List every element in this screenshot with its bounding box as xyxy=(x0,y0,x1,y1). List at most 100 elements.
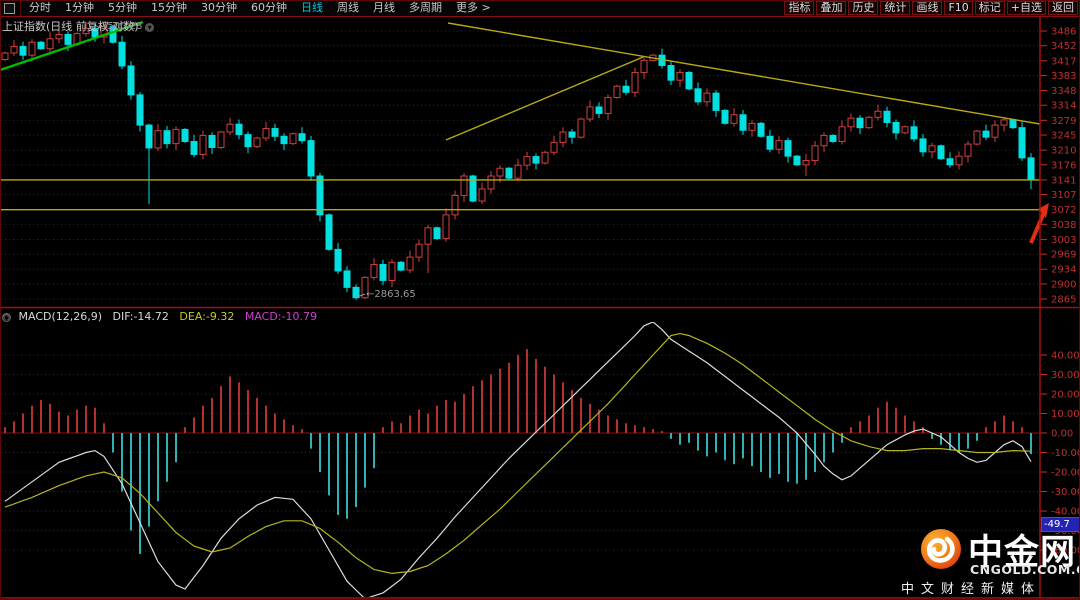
candle-body xyxy=(173,129,179,143)
macd-pane-surface[interactable] xyxy=(0,308,1040,599)
candle-body xyxy=(992,125,998,137)
candle-body xyxy=(164,131,170,144)
price-axis-label: 2865 xyxy=(1051,295,1076,306)
period-tab-30min[interactable]: 30分钟 xyxy=(201,0,237,16)
candle-body xyxy=(425,228,431,244)
window-icon[interactable] xyxy=(4,3,15,14)
candle-body xyxy=(794,156,800,165)
period-tab-more[interactable]: 更多 > xyxy=(456,0,491,16)
candle-body xyxy=(686,72,692,88)
macd-axis-label: 0.00 xyxy=(1051,429,1073,440)
candle-body xyxy=(245,135,251,147)
candle-body xyxy=(839,127,845,142)
candle-body xyxy=(902,127,908,133)
candle-body xyxy=(542,152,548,163)
collapse-icon[interactable]: ◉ xyxy=(2,313,11,322)
candle-body xyxy=(947,159,953,165)
cngold-watermark: 中金网 CNGOLD.COM.CN 中文财经新媒体 xyxy=(898,526,1080,596)
candle-body xyxy=(497,168,503,176)
candle-body xyxy=(911,127,917,139)
candle-body xyxy=(983,131,989,137)
candle-body xyxy=(515,165,521,178)
price-axis-label: 3210 xyxy=(1051,146,1076,157)
candle-body xyxy=(920,139,926,152)
add-watchlist-button[interactable]: +自选 xyxy=(1007,1,1046,15)
chart-canvas[interactable]: 3486345234173383334833143279324532103176… xyxy=(0,0,1080,600)
candle-body xyxy=(749,123,755,130)
candle-body xyxy=(155,131,161,148)
peak-price-label: 3500.28 xyxy=(101,21,142,32)
mark-button[interactable]: 标记 xyxy=(975,1,1005,15)
macd-dea-value: DEA:-9.32 xyxy=(179,310,234,323)
period-tab-weekly[interactable]: 周线 xyxy=(337,0,359,16)
price-axis-label: 3383 xyxy=(1051,71,1076,82)
candle-body xyxy=(371,264,377,277)
candle-body xyxy=(1028,158,1034,180)
candle-body xyxy=(875,111,881,117)
period-tab-daily[interactable]: 日线 xyxy=(301,0,323,16)
candle-body xyxy=(308,141,314,176)
macd-axis-label: -40.00 xyxy=(1051,507,1080,518)
candle-body xyxy=(803,160,809,164)
draw-line-button[interactable]: 画线 xyxy=(912,1,942,15)
candle-body xyxy=(929,146,935,152)
price-axis-label: 3279 xyxy=(1051,116,1076,127)
stats-button[interactable]: 统计 xyxy=(880,1,910,15)
period-tab-multi[interactable]: 多周期 xyxy=(409,0,442,16)
candle-body xyxy=(785,141,791,157)
candle-body xyxy=(884,111,890,122)
macd-axis-label: -10.00 xyxy=(1051,448,1080,459)
candle-body xyxy=(938,146,944,159)
indicator-button[interactable]: 指标 xyxy=(784,1,814,15)
candle-body xyxy=(182,129,188,141)
candle-body xyxy=(1001,120,1007,125)
candle-body xyxy=(857,118,863,127)
period-tab-fenshi[interactable]: 分时 xyxy=(29,0,51,16)
period-tab-monthly[interactable]: 月线 xyxy=(373,0,395,16)
period-tab-60min[interactable]: 60分钟 xyxy=(251,0,287,16)
macd-header: ◉ MACD(12,26,9) DIF:-14.72 DEA:-9.32 MAC… xyxy=(2,310,324,323)
candle-body xyxy=(191,141,197,154)
candle-body xyxy=(128,66,134,95)
candle-body xyxy=(1019,128,1025,158)
price-axis-label: 3486 xyxy=(1051,27,1076,38)
candle-body xyxy=(974,131,980,144)
candle-body xyxy=(623,86,629,92)
candle-body xyxy=(407,257,413,270)
period-tab-1min[interactable]: 1分钟 xyxy=(65,0,94,16)
price-pane-surface[interactable] xyxy=(0,16,1040,308)
candle-body xyxy=(488,176,494,189)
back-button[interactable]: 返回 xyxy=(1048,1,1078,15)
candle-body xyxy=(326,215,332,250)
candle-body xyxy=(767,136,773,149)
candle-body xyxy=(614,86,620,97)
price-axis-label: 2969 xyxy=(1051,250,1076,261)
toolbar-buttons: 指标叠加历史统计画线F10标记+自选返回 xyxy=(782,1,1080,15)
candle-body xyxy=(416,244,422,257)
macd-axis-label: 20.00 xyxy=(1051,390,1080,401)
candle-body xyxy=(56,34,62,38)
overlay-button[interactable]: 叠加 xyxy=(816,1,846,15)
period-tab-5min[interactable]: 5分钟 xyxy=(108,0,137,16)
chart-title-dropdown-icon[interactable]: ▾ xyxy=(145,23,154,32)
candle-body xyxy=(263,129,269,138)
price-axis-label: 3038 xyxy=(1051,220,1076,231)
candle-body xyxy=(830,135,836,141)
low-price-label: ←2863.65 xyxy=(366,289,416,300)
period-tab-15min[interactable]: 15分钟 xyxy=(151,0,187,16)
history-button[interactable]: 历史 xyxy=(848,1,878,15)
candle-body xyxy=(722,110,728,123)
candle-body xyxy=(1010,120,1016,128)
price-axis-label: 3107 xyxy=(1051,190,1076,201)
macd-axis-label: 10.00 xyxy=(1051,409,1080,420)
candle-body xyxy=(956,156,962,165)
candle-body xyxy=(461,176,467,195)
price-axis-label: 3245 xyxy=(1051,131,1076,142)
watermark-tagline: 中文财经新媒体 xyxy=(901,578,1041,597)
macd-axis-label: 40.00 xyxy=(1051,351,1080,362)
macd-indicator-name: MACD(12,26,9) xyxy=(19,310,103,323)
candle-body xyxy=(200,135,206,154)
f10-button[interactable]: F10 xyxy=(944,1,972,15)
price-axis-label: 3003 xyxy=(1051,235,1076,246)
top-toolbar: 分时 1分钟 5分钟 15分钟 30分钟 60分钟日线周线月线多周期更多 > 指标叠加历史… xyxy=(0,0,1080,17)
